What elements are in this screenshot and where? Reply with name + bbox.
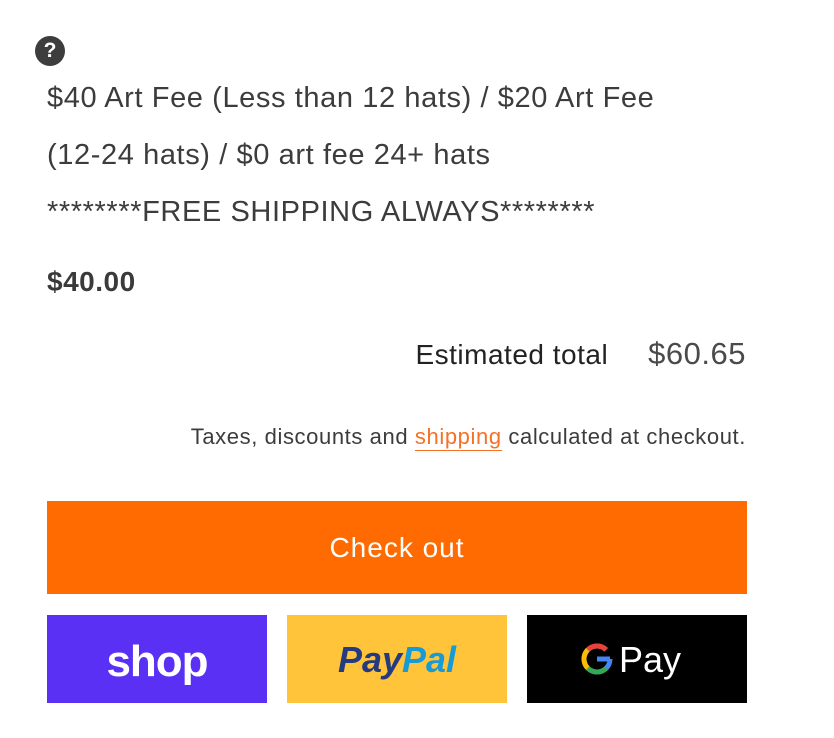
question-circle-icon[interactable]: ? [35, 36, 65, 66]
google-g-icon [581, 643, 613, 675]
google-pay-logo: Pay [581, 639, 681, 680]
shop-pay-logo: shop [106, 637, 208, 686]
paypal-button[interactable]: PayPal [287, 615, 507, 703]
fee-line-2: (12-24 hats) / $0 art fee 24+ hats [47, 139, 491, 171]
gpay-wordmark: Pay [619, 639, 681, 680]
art-fee-description: $40 Art Fee (Less than 12 hats) / $20 Ar… [47, 70, 767, 241]
tax-note-before: Taxes, discounts and [190, 424, 415, 449]
checkout-button[interactable]: Check out [47, 501, 747, 594]
tax-note: Taxes, discounts and shipping calculated… [190, 424, 746, 451]
shipping-link[interactable]: shipping [414, 424, 502, 451]
fee-line-3: ********FREE SHIPPING ALWAYS******** [47, 196, 596, 228]
item-price: $40.00 [47, 266, 136, 297]
google-pay-button[interactable]: Pay [527, 615, 747, 703]
svg-text:PayPal: PayPal [338, 639, 457, 680]
shop-pay-button[interactable]: shop [47, 615, 267, 703]
paypal-wordmark-pay: Pay [338, 639, 404, 680]
paypal-wordmark-pal: Pal [402, 639, 457, 680]
fee-line-1: $40 Art Fee (Less than 12 hats) / $20 Ar… [47, 82, 655, 114]
estimated-total-value: $60.65 [648, 336, 746, 371]
estimated-total-label: Estimated total [415, 339, 609, 370]
shop-wordmark: shop [106, 637, 207, 686]
tax-note-after: calculated at checkout. [501, 424, 746, 449]
estimated-total-row: Estimated total $60.65 [415, 336, 746, 372]
paypal-logo: PayPal [338, 639, 457, 680]
